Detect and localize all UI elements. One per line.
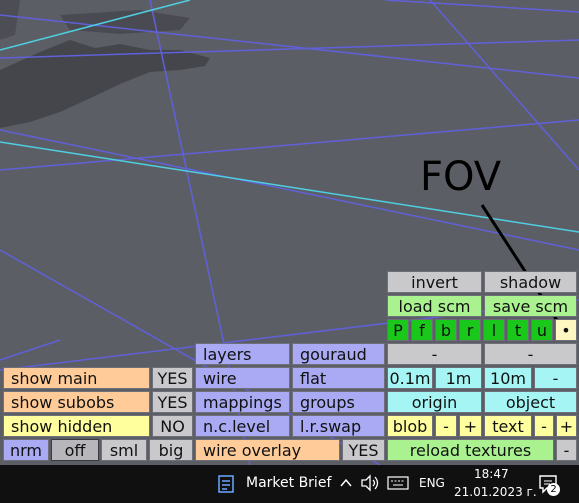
- step-minus-button[interactable]: -: [534, 367, 577, 389]
- mappings-button[interactable]: mappings: [195, 391, 290, 413]
- text-plus-button[interactable]: +: [556, 415, 577, 437]
- news-icon[interactable]: [217, 474, 237, 494]
- wire-overlay-label[interactable]: wire overlay: [195, 439, 340, 461]
- object-button[interactable]: object: [484, 391, 577, 413]
- show-hidden-toggle[interactable]: NO: [152, 415, 193, 437]
- invert-button[interactable]: invert: [387, 271, 482, 293]
- off-button[interactable]: off: [51, 439, 99, 461]
- show-hidden-label[interactable]: show hidden: [3, 415, 150, 437]
- reload-textures-button[interactable]: reload textures: [387, 439, 554, 461]
- view-t-button[interactable]: t: [507, 319, 529, 341]
- notification-badge: 2: [547, 483, 560, 496]
- chevron-up-icon[interactable]: [339, 477, 353, 489]
- wire-overlay-toggle[interactable]: YES: [342, 439, 385, 461]
- lr-swap-button[interactable]: l.r.swap: [292, 415, 385, 437]
- taskbar: Market Brief ENG 18:47 21.01.2023 г. 2: [0, 465, 579, 503]
- wire-button[interactable]: wire: [195, 367, 290, 389]
- nrm-button[interactable]: nrm: [3, 439, 49, 461]
- show-main-label[interactable]: show main: [3, 367, 150, 389]
- origin-button[interactable]: origin: [387, 391, 482, 413]
- clock-time[interactable]: 18:47: [474, 467, 509, 481]
- groups-button[interactable]: groups: [292, 391, 385, 413]
- blob-label: blob: [387, 415, 433, 437]
- fov-button[interactable]: •: [555, 319, 577, 341]
- layers-button[interactable]: layers: [195, 343, 290, 365]
- fov-annotation: FOV: [420, 154, 502, 200]
- big-button[interactable]: big: [149, 439, 193, 461]
- load-scm-button[interactable]: load scm: [387, 295, 482, 317]
- taskbar-app-label[interactable]: Market Brief: [246, 475, 331, 491]
- reload-minus-button[interactable]: -: [556, 439, 577, 461]
- speaker-icon[interactable]: [360, 474, 380, 492]
- text-label: text: [484, 415, 532, 437]
- show-subobs-label[interactable]: show subobs: [3, 391, 150, 413]
- sml-button[interactable]: sml: [101, 439, 147, 461]
- text-minus-button[interactable]: -: [534, 415, 554, 437]
- view-l-button[interactable]: l: [483, 319, 505, 341]
- blob-minus-button[interactable]: -: [435, 415, 457, 437]
- keyboard-icon[interactable]: [387, 476, 409, 490]
- flat-button[interactable]: flat: [292, 367, 385, 389]
- clock-date[interactable]: 21.01.2023 г.: [454, 485, 537, 499]
- minus-right-button[interactable]: -: [484, 343, 577, 365]
- blob-plus-button[interactable]: +: [459, 415, 482, 437]
- language-indicator[interactable]: ENG: [419, 476, 445, 490]
- nc-level-button[interactable]: n.c.level: [195, 415, 290, 437]
- view-r-button[interactable]: r: [459, 319, 481, 341]
- step-10m-button[interactable]: 10m: [484, 367, 532, 389]
- shadow-button[interactable]: shadow: [484, 271, 577, 293]
- view-b-button[interactable]: b: [435, 319, 457, 341]
- step-1m-button[interactable]: 1m: [435, 367, 482, 389]
- show-main-toggle[interactable]: YES: [152, 367, 193, 389]
- view-p-button[interactable]: P: [387, 319, 409, 341]
- view-f-button[interactable]: f: [411, 319, 433, 341]
- step-0-1m-button[interactable]: 0.1m: [387, 367, 433, 389]
- view-u-button[interactable]: u: [531, 319, 553, 341]
- minus-left-button[interactable]: -: [387, 343, 482, 365]
- show-subobs-toggle[interactable]: YES: [152, 391, 193, 413]
- save-scm-button[interactable]: save scm: [484, 295, 577, 317]
- gouraud-button[interactable]: gouraud: [292, 343, 385, 365]
